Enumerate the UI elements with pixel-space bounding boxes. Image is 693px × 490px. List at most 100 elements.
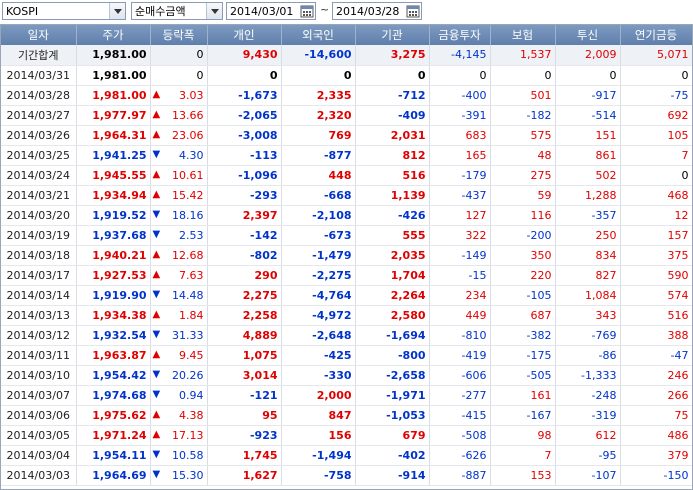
foreign-cell: -2,275 bbox=[281, 265, 356, 286]
foreign-cell: -2,648 bbox=[281, 325, 356, 346]
price-cell: 1,941.25 bbox=[76, 145, 151, 166]
change-cell: ▲ 10.61 bbox=[150, 165, 208, 186]
date-cell: 2014/03/19 bbox=[1, 225, 77, 246]
table-row[interactable]: 2014/03/07 1,974.68 ▼ 0.94 -121 2,000 -1,971 -2… bbox=[1, 385, 692, 406]
fin-invest-cell: -277 bbox=[429, 385, 491, 406]
table-row[interactable]: 2014/03/10 1,954.42 ▼ 20.26 3,014 -330 -2,658-… bbox=[1, 365, 692, 386]
insurance-cell: -505 bbox=[490, 365, 556, 386]
institution-cell: 812 bbox=[355, 145, 430, 166]
fin-invest-cell: -415 bbox=[429, 405, 491, 426]
column-header-individual[interactable]: 개인 bbox=[207, 25, 282, 45]
table-row[interactable]: 2014/03/21 1,934.94 ▲ 15.42 -293 -668 1,139 -43… bbox=[1, 185, 692, 206]
column-header-date[interactable]: 일자 bbox=[1, 25, 77, 45]
date-cell: 2014/03/20 bbox=[1, 205, 77, 226]
calendar-icon[interactable] bbox=[300, 4, 314, 18]
change-value: 0 bbox=[196, 68, 204, 82]
change-cell: ▲ 3.03 bbox=[150, 85, 208, 106]
price-cell: 1,981.00 bbox=[76, 65, 151, 86]
table-row[interactable]: 2014/03/31 1,981.00 0 0 0 0 0 0 0 0 bbox=[1, 65, 692, 86]
insurance-cell: 275 bbox=[490, 165, 556, 186]
institution-cell: 1,139 bbox=[355, 185, 430, 206]
table-row[interactable]: 2014/03/05 1,971.24 ▲ 17.13 -923 156 679 -508 98… bbox=[1, 425, 692, 446]
pension-cell: 516 bbox=[620, 305, 692, 326]
table-row[interactable]: 2014/03/19 1,937.68 ▼ 2.53 -142 -673 555 322 -20… bbox=[1, 225, 692, 246]
triangle-up-icon: ▲ bbox=[152, 168, 161, 180]
table-row[interactable]: 2014/03/17 1,927.53 ▲ 7.63 290 -2,275 1,704 -15… bbox=[1, 265, 692, 286]
individual-cell: 2,397 bbox=[207, 205, 282, 226]
triangle-down-icon: ▼ bbox=[152, 228, 161, 240]
triangle-up-icon: ▲ bbox=[152, 308, 161, 320]
date-cell: 2014/03/26 bbox=[1, 125, 77, 146]
column-header-change[interactable]: 등락폭 bbox=[150, 25, 208, 45]
date-cell: 2014/03/05 bbox=[1, 425, 77, 446]
triangle-down-icon: ▼ bbox=[152, 388, 161, 400]
column-header-institution[interactable]: 기관 bbox=[355, 25, 430, 45]
date-cell: 2014/03/18 bbox=[1, 245, 77, 266]
column-header-insurance[interactable]: 보험 bbox=[490, 25, 556, 45]
individual-cell: -2,065 bbox=[207, 105, 282, 126]
metric-select[interactable]: 순매수금액 bbox=[131, 2, 223, 20]
trust-cell: -319 bbox=[555, 405, 621, 426]
price-cell: 1,975.62 bbox=[76, 405, 151, 426]
table-row[interactable]: 2014/03/12 1,932.54 ▼ 31.33 4,889 -2,648 -1,69… bbox=[1, 325, 692, 346]
fin-invest-cell: -626 bbox=[429, 445, 491, 466]
change-value: 31.33 bbox=[172, 328, 204, 342]
column-header-fin-invest[interactable]: 금융투자 bbox=[429, 25, 491, 45]
table-row[interactable]: 2014/03/06 1,975.62 ▲ 4.38 95 847 -1,053 -415 -1… bbox=[1, 405, 692, 426]
table-row[interactable]: 2014/03/26 1,964.31 ▲ 23.06 -3,008 769 2,031 68… bbox=[1, 125, 692, 146]
market-select[interactable]: KOSPI bbox=[2, 2, 126, 20]
trust-cell: 861 bbox=[555, 145, 621, 166]
institution-cell: 2,035 bbox=[355, 245, 430, 266]
pension-cell: 388 bbox=[620, 325, 692, 346]
trust-cell: -86 bbox=[555, 345, 621, 366]
date-from-field[interactable]: 2014/03/01 bbox=[226, 2, 316, 20]
column-header-price[interactable]: 주가 bbox=[76, 25, 151, 45]
table-row[interactable]: 2014/03/27 1,977.97 ▲ 13.66 -2,065 2,320 -409-… bbox=[1, 105, 692, 126]
date-cell: 2014/03/12 bbox=[1, 325, 77, 346]
column-header-pension[interactable]: 연기금등 bbox=[620, 25, 692, 45]
table-row[interactable]: 2014/03/20 1,919.52 ▼ 18.16 2,397 -2,108 -426 1… bbox=[1, 205, 692, 226]
table-row[interactable]: 2014/03/11 1,963.87 ▲ 9.45 1,075 -425 -800 -419… bbox=[1, 345, 692, 366]
price-cell: 1,934.94 bbox=[76, 185, 151, 206]
change-value: 1.84 bbox=[179, 308, 204, 322]
trust-cell: 250 bbox=[555, 225, 621, 246]
change-cell: ▲ 17.13 bbox=[150, 425, 208, 446]
table-row[interactable]: 2014/03/03 1,964.69 ▼ 15.30 1,627 -758 -914 -88… bbox=[1, 465, 692, 486]
institution-cell: 2,580 bbox=[355, 305, 430, 326]
chevron-down-icon[interactable] bbox=[206, 3, 222, 19]
column-header-foreign[interactable]: 외국인 bbox=[281, 25, 356, 45]
table-row[interactable]: 2014/03/18 1,940.21 ▲ 12.68 -802 -1,479 2,035-… bbox=[1, 245, 692, 266]
summary-price: 1,981.00 bbox=[76, 45, 151, 66]
table-row[interactable]: 2014/03/28 1,981.00 ▲ 3.03 -1,673 2,335 -712 -4… bbox=[1, 85, 692, 106]
chevron-down-icon[interactable] bbox=[109, 3, 125, 19]
trust-cell: -248 bbox=[555, 385, 621, 406]
insurance-cell: -167 bbox=[490, 405, 556, 426]
change-cell: ▼ 10.58 bbox=[150, 445, 208, 466]
table-row[interactable]: 2014/03/24 1,945.55 ▲ 10.61 -1,096 448 516 -179… bbox=[1, 165, 692, 186]
foreign-cell: -330 bbox=[281, 365, 356, 386]
fin-invest-cell: -887 bbox=[429, 465, 491, 486]
calendar-icon[interactable] bbox=[406, 4, 420, 18]
foreign-cell: 2,000 bbox=[281, 385, 356, 406]
column-header-trust[interactable]: 투신 bbox=[555, 25, 621, 45]
summary-trust: 2,009 bbox=[555, 45, 621, 66]
individual-cell: 1,075 bbox=[207, 345, 282, 366]
table-row[interactable]: 2014/03/14 1,919.90 ▼ 14.48 2,275 -4,764 2,264… bbox=[1, 285, 692, 306]
change-value: 15.30 bbox=[172, 468, 204, 482]
table-row[interactable]: 2014/03/13 1,934.38 ▲ 1.84 2,258 -4,972 2,580 4… bbox=[1, 305, 692, 326]
fin-invest-cell: 0 bbox=[429, 65, 491, 86]
insurance-cell: -200 bbox=[490, 225, 556, 246]
date-to-field[interactable]: 2014/03/28 bbox=[332, 2, 422, 20]
table-row[interactable]: 2014/03/04 1,954.11 ▼ 10.58 1,745 -1,494 -402-… bbox=[1, 445, 692, 466]
institution-cell: 0 bbox=[355, 65, 430, 86]
institution-cell: -712 bbox=[355, 85, 430, 106]
summary-row[interactable]: 기간합계 1,981.00 0 9,430 -14,600 3,275 -4,1… bbox=[1, 45, 692, 66]
institution-cell: 555 bbox=[355, 225, 430, 246]
individual-cell: -1,096 bbox=[207, 165, 282, 186]
investor-trading-table[interactable]: 일자 주가 등락폭 개인 외국인 기관 금융투자 보험 투신 연기금등 기간합계… bbox=[0, 24, 693, 490]
institution-cell: -1,694 bbox=[355, 325, 430, 346]
table-row[interactable]: 2014/03/25 1,941.25 ▼ 4.30 -113 -877 812 165 48 8… bbox=[1, 145, 692, 166]
fin-invest-cell: -810 bbox=[429, 325, 491, 346]
triangle-up-icon: ▲ bbox=[152, 128, 161, 140]
pension-cell: 468 bbox=[620, 185, 692, 206]
